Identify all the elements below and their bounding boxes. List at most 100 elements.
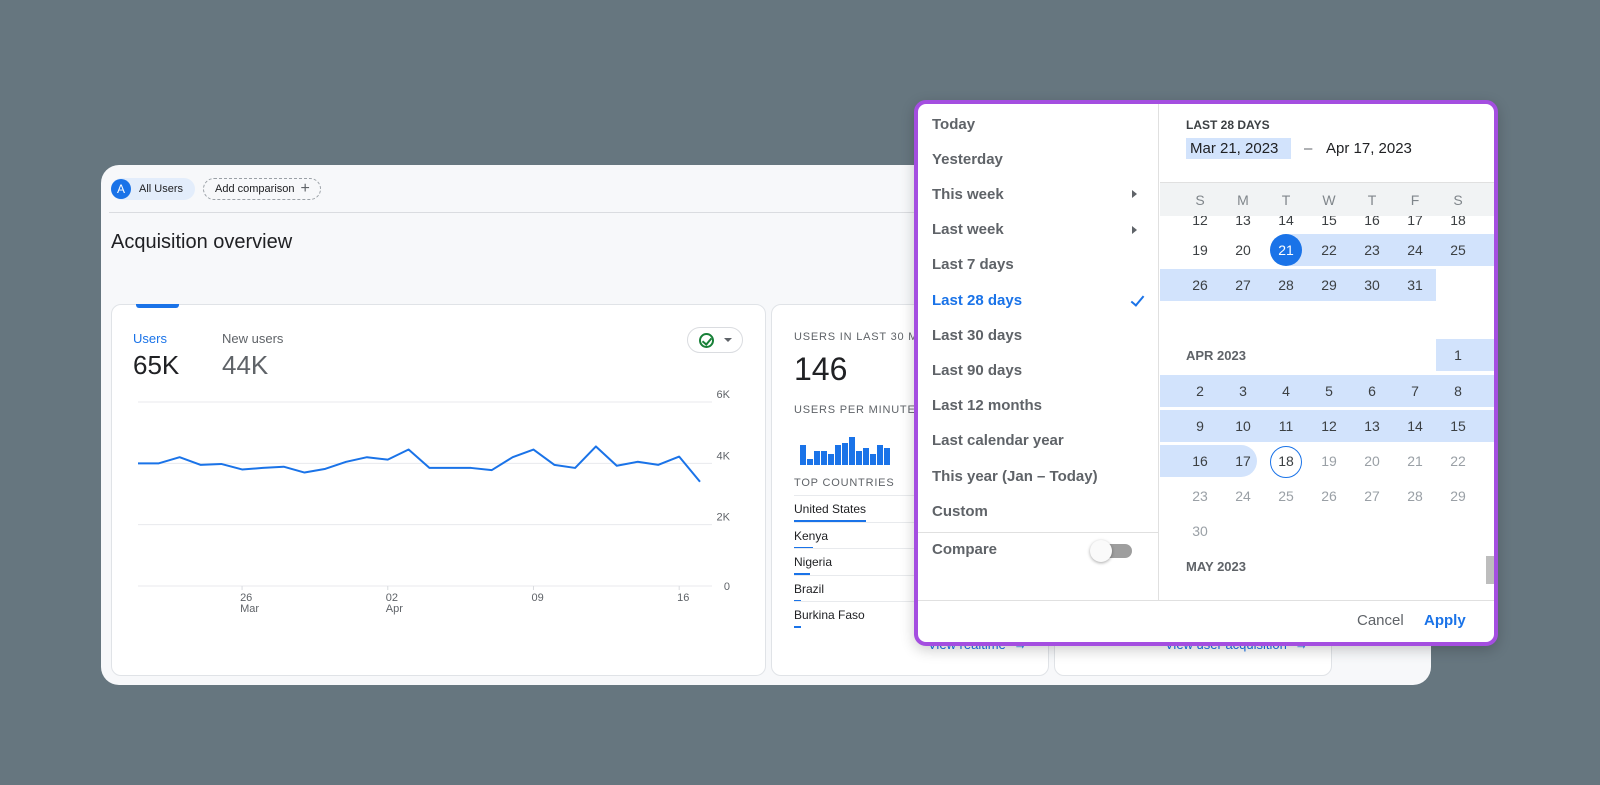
calendar-day[interactable]: 23 bbox=[1178, 480, 1222, 512]
calendar-day[interactable]: 26 bbox=[1307, 480, 1351, 512]
preset-label: Last 7 days bbox=[932, 256, 1014, 274]
calendar-day[interactable]: 19 bbox=[1178, 234, 1222, 266]
calendar-day[interactable]: 31 bbox=[1393, 269, 1437, 301]
date-range-picker: Today Yesterday This week Last week Last 7 d… bbox=[914, 100, 1498, 646]
calendar-day[interactable]: 8 bbox=[1436, 375, 1480, 407]
preset-last-90-days[interactable]: Last 90 days bbox=[918, 353, 1159, 387]
calendar-day[interactable]: 15 bbox=[1436, 410, 1480, 442]
calendar-day[interactable]: 4 bbox=[1264, 375, 1308, 407]
preset-label: Last 28 days bbox=[932, 291, 1023, 309]
preset-last-calendar-year[interactable]: Last calendar year bbox=[918, 424, 1159, 458]
calendar-day[interactable]: 16 bbox=[1178, 445, 1222, 477]
per-minute-bar bbox=[842, 442, 848, 465]
range-separator: – bbox=[1304, 140, 1313, 157]
add-comparison-label: Add comparison bbox=[215, 182, 295, 195]
calendar-day[interactable]: 30 bbox=[1350, 269, 1394, 301]
preset-yesterday[interactable]: Yesterday bbox=[918, 142, 1159, 176]
calendar-day[interactable]: 10 bbox=[1221, 410, 1265, 442]
preset-custom[interactable]: Custom bbox=[918, 494, 1159, 528]
y-tick-label: 4K bbox=[717, 450, 731, 462]
segment-chip-all-users[interactable]: A All Users bbox=[111, 177, 196, 200]
calendar-day[interactable]: 11 bbox=[1264, 410, 1308, 442]
preset-last-7-days[interactable]: Last 7 days bbox=[918, 248, 1159, 282]
calendar-week-row: 2345678 bbox=[1160, 375, 1494, 407]
calendar-scrollbar[interactable] bbox=[1486, 556, 1494, 584]
submenu-arrow-icon bbox=[1132, 225, 1137, 234]
calendar-day[interactable]: 24 bbox=[1393, 234, 1437, 266]
top-countries-heading: TOP COUNTRIES bbox=[794, 477, 895, 489]
month-label: MAY 2023 bbox=[1186, 559, 1246, 574]
calendar-day[interactable]: 14 bbox=[1393, 410, 1437, 442]
per-minute-bar bbox=[863, 448, 869, 465]
divider bbox=[918, 532, 1159, 533]
calendar-day[interactable]: 22 bbox=[1436, 445, 1480, 477]
calendar-day[interactable]: 24 bbox=[1221, 480, 1265, 512]
preset-today[interactable]: Today bbox=[918, 107, 1159, 141]
submenu-arrow-icon bbox=[1132, 190, 1137, 199]
calendar-day[interactable]: 18 bbox=[1264, 445, 1308, 478]
add-comparison-button[interactable]: Add comparison + bbox=[203, 177, 321, 200]
cancel-button[interactable]: Cancel bbox=[1351, 606, 1410, 635]
y-tick-label: 2K bbox=[717, 512, 731, 524]
calendar-day[interactable]: 9 bbox=[1178, 410, 1222, 442]
users-series-line bbox=[138, 445, 701, 483]
calendar-day[interactable]: 21 bbox=[1264, 234, 1308, 266]
calendar-day[interactable]: 1 bbox=[1436, 339, 1480, 371]
range-label: LAST 28 DAYS bbox=[1186, 118, 1270, 132]
end-date-input[interactable]: Apr 17, 2023 bbox=[1326, 140, 1412, 157]
calendar-day[interactable]: 19 bbox=[1307, 445, 1351, 477]
per-minute-bar bbox=[828, 453, 834, 465]
calendar-day[interactable]: 25 bbox=[1264, 480, 1308, 512]
calendar-week-row: 16 17 18 19 20 21 22 bbox=[1160, 445, 1494, 478]
calendar-day[interactable]: 17 bbox=[1221, 445, 1265, 477]
per-minute-bar bbox=[814, 451, 820, 465]
apply-button[interactable]: Apply bbox=[1418, 606, 1472, 635]
calendar-day[interactable]: 27 bbox=[1350, 480, 1394, 512]
calendar-day[interactable]: 20 bbox=[1221, 234, 1265, 266]
x-tick-label: 09 bbox=[531, 592, 543, 604]
compare-toggle[interactable] bbox=[1090, 540, 1132, 562]
compare-label: Compare bbox=[932, 541, 998, 558]
calendar-week-row: 9 10 11 12 13 14 15 bbox=[1160, 410, 1494, 442]
preset-last-12-months[interactable]: Last 12 months bbox=[918, 389, 1159, 423]
toggle-knob bbox=[1090, 540, 1112, 562]
per-minute-bar bbox=[870, 453, 876, 465]
x-tick-label: 16 bbox=[677, 592, 689, 604]
calendar-day[interactable]: 30 bbox=[1178, 515, 1222, 547]
users-per-minute-chart bbox=[800, 433, 890, 465]
calendar-day[interactable]: 20 bbox=[1350, 445, 1394, 477]
preset-last-30-days[interactable]: Last 30 days bbox=[918, 318, 1159, 352]
preset-label: Custom bbox=[932, 502, 988, 520]
calendar-day[interactable]: 6 bbox=[1350, 375, 1394, 407]
calendar-day[interactable]: 27 bbox=[1221, 269, 1265, 301]
calendar-day[interactable]: 29 bbox=[1436, 480, 1480, 512]
preset-last-28-days[interactable]: Last 28 days bbox=[918, 283, 1159, 317]
per-minute-bar bbox=[877, 445, 883, 465]
per-minute-bar bbox=[807, 459, 813, 465]
calendar-day[interactable]: 22 bbox=[1307, 234, 1351, 266]
calendar-day[interactable]: 29 bbox=[1307, 269, 1351, 301]
calendar-day[interactable]: 3 bbox=[1221, 375, 1265, 407]
calendar-day[interactable]: 2 bbox=[1178, 375, 1222, 407]
calendar-day[interactable]: 21 bbox=[1393, 445, 1437, 477]
calendar-day[interactable]: 12 bbox=[1307, 410, 1351, 442]
calendar-day[interactable]: 7 bbox=[1393, 375, 1437, 407]
weekday-label: S bbox=[1195, 192, 1205, 208]
calendar-day[interactable]: 28 bbox=[1393, 480, 1437, 512]
weekday-label: T bbox=[1367, 192, 1377, 208]
per-minute-bar bbox=[856, 451, 862, 465]
preset-this-week[interactable]: This week bbox=[918, 177, 1159, 211]
preset-this-year-jan-today[interactable]: This year (Jan – Today) bbox=[918, 459, 1159, 493]
calendar-day[interactable]: 13 bbox=[1350, 410, 1394, 442]
preset-label: Last 30 days bbox=[932, 326, 1023, 344]
calendar-day[interactable]: 23 bbox=[1350, 234, 1394, 266]
calendar-day[interactable]: 28 bbox=[1264, 269, 1308, 301]
preset-last-week[interactable]: Last week bbox=[918, 213, 1159, 247]
per-minute-bar bbox=[849, 437, 855, 465]
calendar-day[interactable]: 5 bbox=[1307, 375, 1351, 407]
calendar-day[interactable]: 26 bbox=[1178, 269, 1222, 301]
start-date-input[interactable]: Mar 21, 2023 bbox=[1186, 138, 1291, 159]
per-minute-bar bbox=[800, 445, 806, 465]
weekday-label: F bbox=[1410, 192, 1420, 208]
calendar-day[interactable]: 25 bbox=[1436, 234, 1480, 266]
